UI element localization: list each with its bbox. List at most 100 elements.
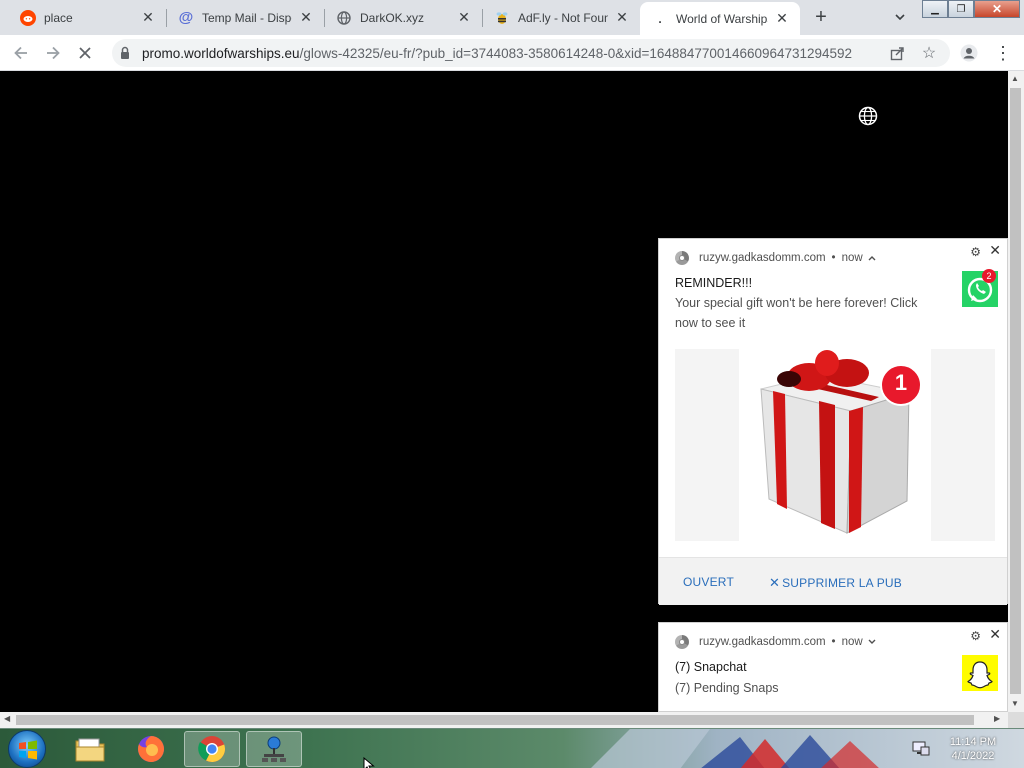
gift-box-image: 1 — [675, 349, 995, 541]
notification-body: (7) Pending Snaps — [675, 681, 779, 695]
system-clock[interactable]: 11:14 PM 4/1/2022 — [935, 735, 1011, 763]
kebab-menu-icon: ⋮ — [994, 42, 1012, 63]
tab-title: DarkOK.xyz — [360, 10, 425, 25]
horizontal-scrollbar[interactable]: ◀ ▶ — [0, 712, 1008, 728]
forward-button[interactable] — [40, 40, 66, 66]
url-text: promo.worldofwarships.eu/glows-42325/eu-… — [142, 46, 882, 61]
url-host: promo.worldofwarships.eu — [142, 46, 300, 61]
notification-title: (7) Snapchat — [675, 660, 747, 674]
gift-notification[interactable]: ruzyw.gadkasdomm.com • now ⚙ ✕ REMINDER!… — [658, 238, 1008, 605]
tab-place[interactable]: place ✕ — [0, 0, 166, 35]
share-button[interactable] — [884, 40, 910, 66]
share-icon — [890, 46, 904, 60]
globe-icon — [336, 10, 352, 26]
new-tab-button[interactable]: + — [808, 4, 834, 30]
horizontal-scroll-thumb[interactable] — [16, 715, 974, 725]
notification-title: REMINDER!!! — [675, 276, 753, 290]
browser-toolbar: promo.worldofwarships.eu/glows-42325/eu-… — [0, 35, 1024, 71]
tab-search-button[interactable] — [888, 4, 912, 30]
arrow-right-icon — [47, 46, 60, 60]
bookmark-star-button[interactable]: ☆ — [916, 40, 942, 66]
scrollbar-corner — [1008, 712, 1024, 728]
firefox-icon — [138, 736, 164, 762]
screen: place ✕ @ Temp Mail - Disposable ✕ DarkO… — [0, 0, 1024, 768]
scroll-left-arrow-icon[interactable]: ◀ — [4, 714, 10, 723]
separator-dot: • — [831, 636, 836, 648]
remove-ad-button[interactable]: ✕ SUPPRIMER LA PUB — [769, 575, 902, 591]
scroll-right-arrow-icon[interactable]: ▶ — [994, 714, 1000, 723]
whatsapp-icon: 2 — [962, 269, 998, 307]
windows-taskbar: 11:14 PM 4/1/2022 — [0, 728, 1024, 768]
back-button[interactable] — [8, 40, 34, 66]
image-side-panel — [931, 349, 995, 541]
wallpaper-graphic — [591, 729, 879, 768]
close-tab-icon[interactable]: ✕ — [774, 10, 790, 27]
loading-icon: . — [658, 11, 662, 26]
vertical-scroll-thumb[interactable] — [1010, 88, 1021, 694]
settings-gear-icon[interactable]: ⚙ — [970, 629, 981, 643]
notification-header: ruzyw.gadkasdomm.com • now — [675, 635, 877, 649]
notification-time: now — [841, 252, 863, 264]
address-bar[interactable]: promo.worldofwarships.eu/glows-42325/eu-… — [112, 39, 950, 67]
close-tab-icon[interactable]: ✕ — [456, 9, 472, 26]
tab-world-of-warships[interactable]: . World of Warships ✕ — [640, 2, 800, 35]
tab-title: World of Warships — [676, 11, 768, 26]
tab-temp-mail[interactable]: @ Temp Mail - Disposable ✕ — [166, 0, 324, 35]
start-button[interactable] — [8, 730, 46, 768]
star-icon: ☆ — [921, 45, 937, 62]
folder-icon — [75, 738, 105, 762]
file-explorer-button[interactable] — [62, 731, 118, 767]
gift-count-badge: 1 — [894, 370, 908, 395]
snapchat-notification[interactable]: ruzyw.gadkasdomm.com • now ⚙ ✕ (7) Snapc… — [658, 622, 1008, 712]
settings-gear-icon[interactable]: ⚙ — [970, 245, 981, 259]
tab-strip: place ✕ @ Temp Mail - Disposable ✕ DarkO… — [0, 0, 1024, 35]
chrome-icon — [198, 736, 225, 762]
separator-dot: • — [831, 252, 836, 264]
restore-button[interactable]: ❐ — [948, 0, 974, 18]
tab-title: place — [44, 10, 73, 25]
open-button[interactable]: OUVERT — [683, 575, 734, 589]
whatsapp-badge: 2 — [982, 269, 996, 283]
remove-ad-label: SUPPRIMER LA PUB — [782, 576, 902, 590]
network-app-button[interactable] — [246, 731, 302, 767]
chevron-down-icon[interactable] — [867, 638, 877, 646]
profile-icon — [960, 44, 978, 62]
close-x-icon: ✕ — [769, 575, 781, 590]
close-tab-icon[interactable]: ✕ — [614, 9, 630, 26]
image-side-panel — [675, 349, 739, 541]
close-tab-icon[interactable]: ✕ — [298, 9, 314, 26]
network-globe-icon — [262, 736, 286, 762]
chevron-down-icon — [895, 14, 905, 20]
clock-time: 11:14 PM — [949, 736, 997, 748]
mouse-cursor-icon — [363, 757, 375, 768]
close-notification-icon[interactable]: ✕ — [989, 242, 1001, 259]
notification-body: Your special gift won't be here forever!… — [675, 296, 918, 330]
minimize-button[interactable]: ▁ — [922, 0, 948, 18]
language-globe-icon[interactable] — [858, 106, 878, 126]
windows-logo-icon — [19, 740, 37, 760]
chrome-button[interactable] — [184, 731, 240, 767]
chevron-up-icon[interactable] — [867, 254, 877, 262]
tab-darkok[interactable]: DarkOK.xyz ✕ — [324, 0, 482, 35]
profile-button[interactable] — [956, 40, 982, 66]
network-tray-icon[interactable] — [912, 741, 930, 757]
url-path: /glows-42325/eu-fr/?pub_id=3744083-35806… — [299, 46, 853, 61]
window-close-button[interactable]: ✕ — [974, 0, 1020, 18]
stop-loading-button[interactable] — [72, 40, 98, 66]
stop-icon — [79, 47, 91, 59]
clock-date: 4/1/2022 — [951, 750, 995, 762]
notification-header: ruzyw.gadkasdomm.com • now — [675, 251, 877, 265]
scroll-up-arrow-icon[interactable]: ▲ — [1011, 74, 1019, 83]
menu-button[interactable]: ⋮ — [990, 40, 1016, 66]
close-tab-icon[interactable]: ✕ — [140, 9, 156, 26]
scroll-down-arrow-icon[interactable]: ▼ — [1011, 699, 1019, 708]
vertical-scrollbar[interactable]: ▲ ▼ — [1008, 71, 1024, 712]
firefox-button[interactable] — [123, 731, 179, 767]
notification-source: ruzyw.gadkasdomm.com — [699, 252, 826, 264]
close-notification-icon[interactable]: ✕ — [989, 626, 1001, 643]
notification-source: ruzyw.gadkasdomm.com — [699, 636, 826, 648]
arrow-left-icon — [14, 46, 27, 60]
snapchat-icon — [962, 655, 998, 691]
reddit-icon — [20, 9, 36, 26]
tab-adfly[interactable]: AdF.ly - Not Found ✕ — [482, 0, 640, 35]
